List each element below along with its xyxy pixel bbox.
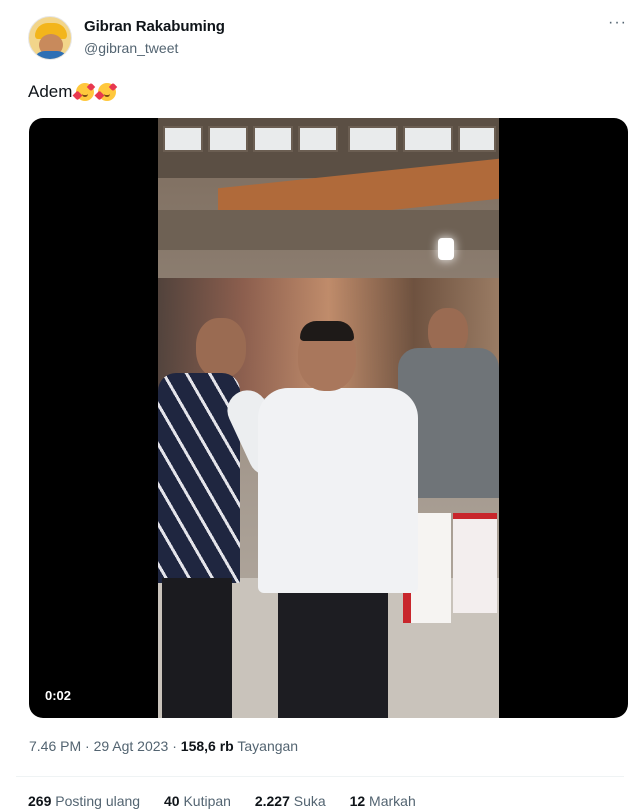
stat-quotes[interactable]: 40 Kutipan (164, 793, 231, 809)
avatar[interactable] (28, 16, 72, 60)
tweet-date[interactable]: 29 Agt 2023 (94, 738, 169, 754)
video-player[interactable]: 0:02 (29, 118, 628, 718)
stat-label: Markah (369, 793, 416, 809)
stat-label: Kutipan (183, 793, 231, 809)
smiling-face-with-hearts-icon (72, 82, 96, 101)
divider (16, 776, 624, 777)
meta-separator: · (172, 738, 177, 754)
person-white-shirt (220, 321, 428, 718)
user-handle[interactable]: @gibran_tweet (84, 40, 178, 56)
shirt-shape (33, 51, 69, 59)
views-label: Tayangan (237, 738, 299, 754)
meta-separator: · (85, 738, 90, 754)
user-name[interactable]: Gibran Rakabuming (84, 18, 225, 35)
lamp (438, 238, 454, 260)
stat-label: Suka (293, 793, 326, 809)
shopping-bag (453, 513, 497, 613)
tweet-card: Gibran Rakabuming @gibran_tweet ··· Adem (0, 0, 640, 809)
stat-count: 269 (28, 793, 52, 809)
stat-count: 40 (163, 793, 180, 809)
stat-reposts[interactable]: 269 Posting ulang (28, 793, 140, 809)
stat-count: 2.227 (254, 793, 290, 809)
video-frame (158, 118, 499, 718)
stat-label: Posting ulang (55, 793, 141, 809)
tweet-text-content: Adem (28, 82, 73, 101)
views-count: 158,6 rb (180, 738, 234, 754)
more-horizontal-icon[interactable]: ··· (608, 14, 627, 32)
tweet-stats: 269 Posting ulang 40 Kutipan 2.227 Suka … (28, 793, 436, 809)
stat-count: 12 (349, 793, 366, 809)
stat-bookmarks[interactable]: 12 Markah (350, 793, 416, 809)
stat-likes[interactable]: 2.227 Suka (255, 793, 326, 809)
tweet-meta: 7.46 PM · 29 Agt 2023 · 158,6 rb Tayanga… (29, 738, 298, 754)
tweet-text: Adem (28, 82, 118, 102)
person-batik (158, 318, 246, 718)
video-duration: 0:02 (39, 686, 78, 705)
smiling-face-with-hearts-icon (94, 82, 118, 101)
tweet-time[interactable]: 7.46 PM (29, 738, 81, 754)
